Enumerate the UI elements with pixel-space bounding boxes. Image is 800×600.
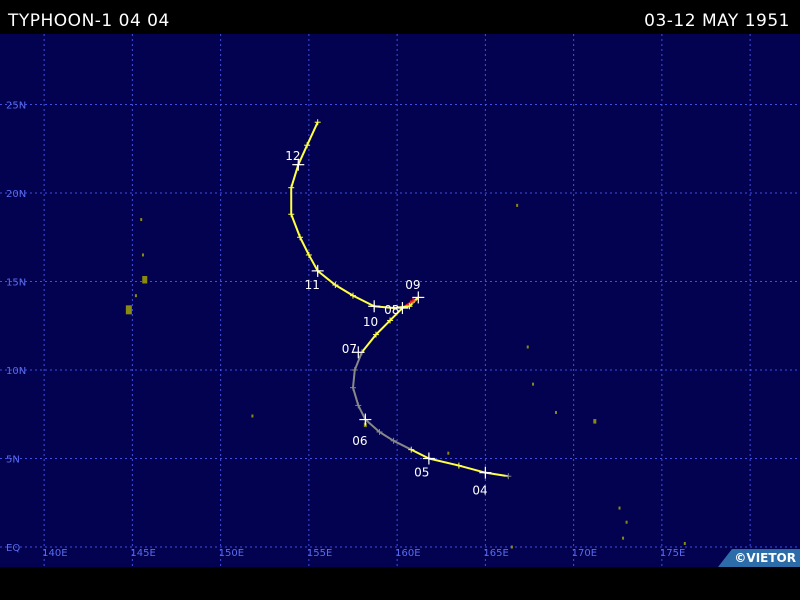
island: [683, 541, 686, 545]
island: [593, 419, 597, 424]
track-segment: [352, 387, 360, 406]
map-footer: [0, 567, 800, 600]
island: [618, 506, 621, 510]
longitude-label: 170E: [572, 548, 597, 559]
track-segment: [361, 333, 377, 353]
island: [447, 451, 450, 455]
track-segment: [364, 418, 381, 433]
day-label: 07: [342, 342, 357, 356]
track-segment: [334, 284, 354, 297]
track-segment: [428, 457, 460, 467]
track-segment: [393, 439, 412, 451]
credit-badge: ©VIETOR: [718, 549, 800, 567]
longitude-label: 155E: [307, 548, 332, 559]
island: [526, 345, 529, 349]
day-label: 12: [285, 149, 300, 163]
track-segment: [458, 464, 486, 474]
grid-lines: [0, 34, 800, 567]
island: [510, 545, 513, 549]
storm-track: [288, 119, 512, 480]
island: [142, 275, 148, 284]
island: [625, 520, 628, 524]
island: [554, 410, 557, 414]
latitude-label: 5N: [6, 455, 20, 466]
day-label: 09: [405, 278, 420, 292]
track-segment: [290, 213, 301, 238]
day-label: 04: [472, 483, 487, 497]
track-segment: [352, 294, 375, 308]
track-segment: [378, 431, 395, 442]
longitude-label: 145E: [130, 548, 155, 559]
islands: [125, 203, 686, 549]
longitude-label: 160E: [395, 548, 420, 559]
latitude-label: 25N: [6, 101, 26, 112]
track-segment: [357, 404, 367, 421]
day-label: 08: [384, 303, 399, 317]
track-segment: [308, 254, 319, 272]
island: [532, 382, 535, 386]
map-header: TYPHOON-1 04 04 03-12 MAY 1951: [0, 0, 800, 34]
latitude-label: 10N: [6, 366, 26, 377]
island: [141, 253, 144, 257]
latitude-label: 15N: [6, 278, 26, 289]
track-segment: [410, 448, 430, 460]
island: [622, 536, 625, 540]
track-segment: [317, 270, 336, 286]
track-segment: [299, 236, 310, 256]
island: [134, 294, 137, 298]
date-range: 03-12 MAY 1951: [644, 11, 790, 31]
island: [125, 305, 132, 315]
axis-labels: EQ 5N 10N 15N 20N 25N 140E 145E 150E 155E 160E 165E…: [6, 101, 685, 560]
day-label: 05: [414, 466, 429, 480]
island: [140, 218, 143, 222]
latitude-label: EQ: [6, 543, 20, 554]
longitude-label: 150E: [219, 548, 244, 559]
track-map-svg: 04 05 06 07 08 09 10 11 12 EQ 5N 10N 15N 20N 25N 140E 1…: [0, 34, 800, 567]
storm-title: TYPHOON-1 04 04: [8, 11, 170, 31]
day-label: 10: [363, 315, 378, 329]
day-label: 11: [305, 278, 320, 292]
island: [516, 203, 519, 207]
track-segment: [290, 164, 300, 188]
day-label: 06: [352, 434, 367, 448]
longitude-label: 140E: [42, 548, 67, 559]
island: [251, 414, 254, 418]
longitude-label: 175E: [660, 548, 685, 559]
track-map: 04 05 06 07 08 09 10 11 12 EQ 5N 10N 15N 20N 25N 140E 1…: [0, 34, 800, 567]
latitude-label: 20N: [6, 189, 26, 200]
longitude-label: 165E: [483, 548, 508, 559]
